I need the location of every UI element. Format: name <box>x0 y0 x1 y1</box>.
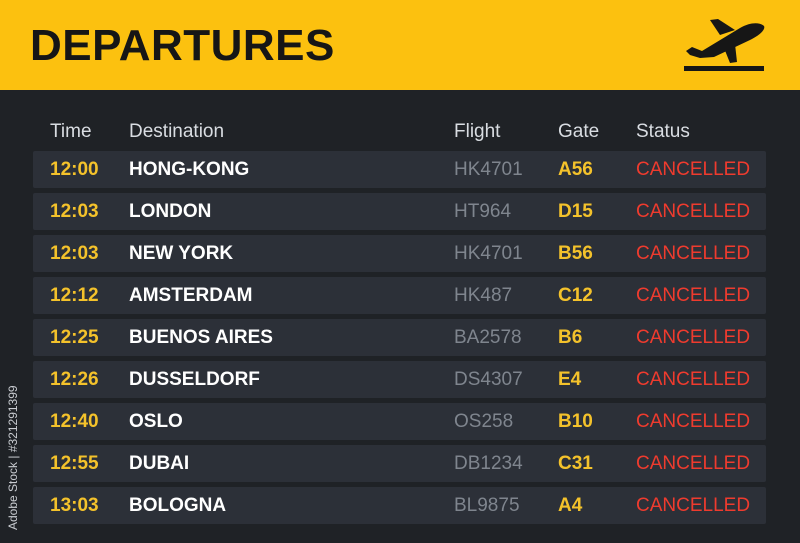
flight-number: BA2578 <box>454 327 522 348</box>
flight-time: 12:12 <box>50 285 99 306</box>
flight-number: HK4701 <box>454 159 523 180</box>
flight-time: 12:00 <box>50 159 99 180</box>
flight-status: CANCELLED <box>636 411 751 432</box>
flight-destination: BUENOS AIRES <box>129 327 273 348</box>
flight-status: CANCELLED <box>636 159 751 180</box>
flight-gate: D15 <box>558 201 593 222</box>
flight-time: 12:03 <box>50 201 99 222</box>
stock-credit-text: Adobe Stock | #321291399 <box>6 385 20 530</box>
flight-gate: E4 <box>558 369 582 390</box>
flight-destination: DUBAI <box>129 453 190 474</box>
flight-destination: AMSTERDAM <box>129 285 253 306</box>
flight-time: 13:03 <box>50 495 99 516</box>
departures-board: DEPARTURES Time Destination Flight Gate … <box>0 0 800 543</box>
flight-row: 12:25 BUENOS AIRES BA2578 B6 CANCELLED <box>33 319 766 356</box>
flight-destination: LONDON <box>129 201 212 222</box>
flight-number: HT964 <box>454 201 512 222</box>
header-bar: DEPARTURES <box>0 0 800 90</box>
flight-time: 12:55 <box>50 453 99 474</box>
flight-row: 12:03 NEW YORK HK4701 B56 CANCELLED <box>33 235 766 272</box>
page-title: DEPARTURES <box>30 21 335 70</box>
flight-row: 12:00 HONG-KONG HK4701 A56 CANCELLED <box>33 151 766 188</box>
flight-destination: DUSSELDORF <box>129 369 260 390</box>
flight-status: CANCELLED <box>636 243 751 264</box>
flight-destination: BOLOGNA <box>129 495 227 516</box>
flight-gate: A4 <box>558 495 583 516</box>
column-header-status: Status <box>636 121 690 142</box>
flight-status: CANCELLED <box>636 369 751 390</box>
flight-number: DB1234 <box>454 453 523 474</box>
flight-gate: C12 <box>558 285 593 306</box>
column-header-flight: Flight <box>454 121 501 142</box>
flight-row: 12:26 DUSSELDORF DS4307 E4 CANCELLED <box>33 361 766 398</box>
flight-number: OS258 <box>454 411 514 432</box>
column-header-time: Time <box>50 121 92 142</box>
flight-gate: B56 <box>558 243 593 264</box>
flights-list: 12:00 HONG-KONG HK4701 A56 CANCELLED 12:… <box>33 151 766 529</box>
plane-departure-icon <box>684 19 765 71</box>
flight-destination: HONG-KONG <box>129 159 250 180</box>
flight-destination: NEW YORK <box>129 243 234 264</box>
flight-gate: B10 <box>558 411 593 432</box>
flight-destination: OSLO <box>129 411 183 432</box>
flight-status: CANCELLED <box>636 327 751 348</box>
flight-time: 12:26 <box>50 369 99 390</box>
flight-gate: C31 <box>558 453 593 474</box>
flight-gate: A56 <box>558 159 593 180</box>
flight-row: 12:55 DUBAI DB1234 C31 CANCELLED <box>33 445 766 482</box>
flight-number: BL9875 <box>454 495 520 516</box>
stock-credit: Adobe Stock | #321291399 <box>2 355 22 530</box>
flight-row: 12:40 OSLO OS258 B10 CANCELLED <box>33 403 766 440</box>
flight-row: 12:03 LONDON HT964 D15 CANCELLED <box>33 193 766 230</box>
flight-number: HK487 <box>454 285 513 306</box>
flight-time: 12:40 <box>50 411 99 432</box>
flight-status: CANCELLED <box>636 495 751 516</box>
flight-time: 12:03 <box>50 243 99 264</box>
column-header-gate: Gate <box>558 121 600 142</box>
flight-status: CANCELLED <box>636 201 751 222</box>
flight-number: DS4307 <box>454 369 523 390</box>
flight-row: 13:03 BOLOGNA BL9875 A4 CANCELLED <box>33 487 766 524</box>
flight-status: CANCELLED <box>636 453 751 474</box>
flight-row: 12:12 AMSTERDAM HK487 C12 CANCELLED <box>33 277 766 314</box>
flight-time: 12:25 <box>50 327 99 348</box>
flight-status: CANCELLED <box>636 285 751 306</box>
flight-gate: B6 <box>558 327 583 348</box>
column-header-destination: Destination <box>129 121 225 142</box>
flight-number: HK4701 <box>454 243 523 264</box>
